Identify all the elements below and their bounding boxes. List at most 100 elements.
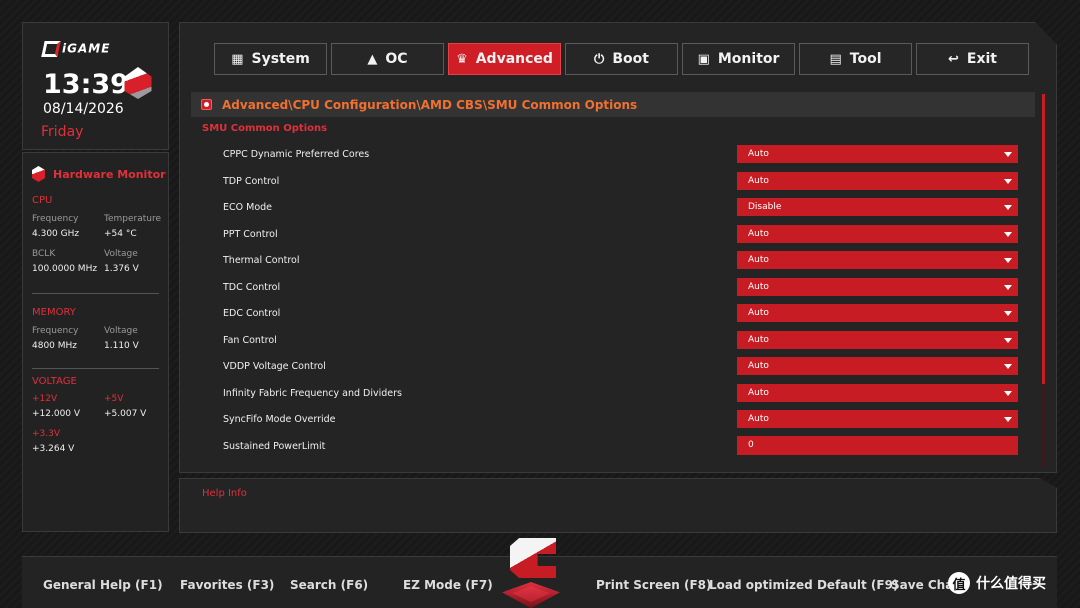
hardware-monitor-icon <box>32 166 45 182</box>
option-dropdown[interactable]: Auto <box>737 277 1018 296</box>
igame-logo: iGAME <box>41 41 110 57</box>
v33-value: +3.264 V <box>32 444 75 454</box>
cpu-voltage-value: 1.376 V <box>104 264 139 274</box>
crown-icon: ♛ <box>456 51 468 67</box>
v12-label: +12V <box>32 394 58 404</box>
option-label: CPPC Dynamic Preferred Cores <box>223 149 370 160</box>
rocket-icon: ▲ <box>367 51 378 67</box>
option-row: PPT Control Auto <box>180 223 1040 250</box>
memory-frequency-value: 4800 MHz <box>32 341 78 351</box>
grid-icon: ▦ <box>231 51 244 67</box>
cpu-voltage-label: Voltage <box>104 249 138 259</box>
option-dropdown[interactable]: Auto <box>737 171 1018 190</box>
option-dropdown[interactable]: Auto <box>737 304 1018 322</box>
scrollbar-thumb[interactable] <box>1042 94 1045 384</box>
option-dropdown[interactable]: Auto <box>737 224 1018 243</box>
option-label: TDC Control <box>223 281 281 293</box>
dropdown-arrow-icon <box>1004 311 1012 316</box>
tab-oc[interactable]: ▲ OC <box>331 43 444 75</box>
dropdown-arrow-icon <box>1004 337 1012 343</box>
clock-date: 08/14/2026 <box>43 101 124 117</box>
watermark-text: 什么值得买 <box>976 576 1046 592</box>
cpu-frequency-label: Frequency <box>32 214 79 224</box>
settings-icon <box>201 99 212 110</box>
favorites-button[interactable]: Favorites (F3) <box>180 578 274 592</box>
tab-bar: ▦ System ▲ OC ♛ Advanced ⏻ Boot ▣ Monitor ▤ To… <box>214 43 1029 75</box>
option-dropdown[interactable]: Auto <box>737 410 1018 428</box>
dropdown-arrow-icon <box>1004 417 1012 422</box>
option-row: Sustained PowerLimit 0 <box>180 435 1040 462</box>
option-label: PPT Control <box>223 228 278 240</box>
print-screen-button[interactable]: Print Screen (F8) <box>596 578 711 592</box>
option-label: TDP Control <box>223 175 280 187</box>
option-label: Thermal Control <box>223 255 300 266</box>
watermark: 值 什么值得买 <box>948 572 1046 594</box>
search-button[interactable]: Search (F6) <box>290 578 368 592</box>
ez-mode-button[interactable]: EZ Mode (F7) <box>403 578 493 592</box>
option-row: VDDP Voltage Control Auto <box>180 355 1040 382</box>
option-label: VDDP Voltage Control <box>223 361 326 372</box>
cpu-frequency-value: 4.300 GHz <box>32 229 80 239</box>
clock-day: Friday <box>41 124 84 140</box>
v12-value: +12.000 V <box>32 409 81 419</box>
option-dropdown[interactable]: Auto <box>737 330 1018 349</box>
tab-tool[interactable]: ▤ Tool <box>799 43 912 75</box>
option-dropdown[interactable]: Auto <box>737 357 1018 375</box>
divider <box>32 368 159 369</box>
option-label: Sustained PowerLimit <box>223 440 326 452</box>
option-dropdown[interactable]: Auto <box>737 251 1018 269</box>
tab-boot[interactable]: ⏻ Boot <box>565 43 678 75</box>
igame-emblem-icon <box>502 538 560 608</box>
option-dropdown[interactable]: Auto <box>737 145 1018 163</box>
help-title: Help Info <box>202 488 247 499</box>
watermark-badge: 值 <box>948 572 970 594</box>
breadcrumb: Advanced\CPU Configuration\AMD CBS\SMU C… <box>191 92 1035 117</box>
tab-system[interactable]: ▦ System <box>214 43 327 75</box>
dropdown-arrow-icon <box>1004 205 1012 210</box>
v5-value: +5.007 V <box>104 409 147 419</box>
back-arrow-icon: ↩ <box>948 51 959 67</box>
option-row: SyncFifo Mode Override Auto <box>180 408 1040 435</box>
memory-voltage-label: Voltage <box>104 326 138 336</box>
help-panel: Help Info <box>179 478 1057 533</box>
option-row: TDP Control Auto <box>180 170 1040 197</box>
option-row: CPPC Dynamic Preferred Cores Auto <box>180 143 1040 170</box>
option-dropdown[interactable]: Auto <box>737 383 1018 402</box>
tab-monitor[interactable]: ▣ Monitor <box>682 43 795 75</box>
option-number-input[interactable]: 0 <box>737 435 1018 455</box>
option-row: Fan Control Auto <box>180 329 1040 356</box>
options-list: CPPC Dynamic Preferred Cores Auto TDP Co… <box>180 143 1040 465</box>
memory-frequency-label: Frequency <box>32 326 79 336</box>
section-title: SMU Common Options <box>202 123 328 134</box>
dropdown-arrow-icon <box>1004 258 1012 263</box>
tab-advanced[interactable]: ♛ Advanced <box>448 43 561 75</box>
general-help-button[interactable]: General Help (F1) <box>43 578 163 592</box>
load-default-button[interactable]: Load optimized Default (F9) <box>709 578 898 592</box>
v5-label: +5V <box>104 394 124 404</box>
toolbox-icon: ▤ <box>829 51 842 67</box>
clock-panel: iGAME 13:39 08/14/2026 Friday <box>22 22 169 150</box>
option-label: Infinity Fabric Frequency and Dividers <box>223 387 403 399</box>
tab-exit[interactable]: ↩ Exit <box>916 43 1029 75</box>
option-label: Fan Control <box>223 334 277 346</box>
dropdown-arrow-icon <box>1004 364 1012 369</box>
option-dropdown[interactable]: Disable <box>737 198 1018 216</box>
divider <box>32 293 159 294</box>
power-icon: ⏻ <box>594 51 605 67</box>
cpu-section-title: CPU <box>32 195 53 206</box>
breadcrumb-path: Advanced\CPU Configuration\AMD CBS\SMU C… <box>222 97 638 112</box>
option-row: ECO Mode Disable <box>180 196 1040 223</box>
dropdown-arrow-icon <box>1004 152 1012 157</box>
option-row: TDC Control Auto <box>180 276 1040 303</box>
option-label: SyncFifo Mode Override <box>223 414 336 425</box>
dropdown-arrow-icon <box>1004 178 1012 184</box>
main-panel: ▦ System ▲ OC ♛ Advanced ⏻ Boot ▣ Monitor ▤ To… <box>179 22 1057 473</box>
option-row <box>180 461 1040 465</box>
dropdown-arrow-icon <box>1004 390 1012 396</box>
cpu-temperature-value: +54 °C <box>104 229 137 239</box>
memory-section-title: MEMORY <box>32 307 76 318</box>
bclk-label: BCLK <box>32 249 56 259</box>
option-row: Thermal Control Auto <box>180 249 1040 276</box>
option-label: EDC Control <box>223 308 281 319</box>
dropdown-arrow-icon <box>1004 284 1012 290</box>
